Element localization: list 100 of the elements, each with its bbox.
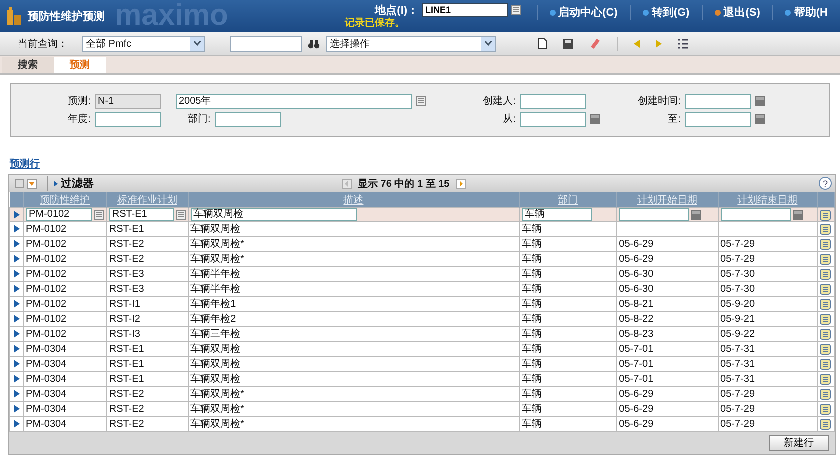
- caret-icon[interactable]: [484, 41, 492, 46]
- binoculars-icon[interactable]: [308, 38, 320, 48]
- table-cell: 05-7-29: [720, 418, 755, 430]
- clipboard-icon[interactable]: [820, 343, 832, 355]
- table-cell: PM-0102: [26, 284, 67, 294]
- field-label: 从:: [502, 112, 516, 126]
- clipboard-icon[interactable]: [820, 253, 832, 265]
- clipboard-icon[interactable]: [820, 373, 832, 385]
- input-field[interactable]: [520, 94, 586, 108]
- tab[interactable]: 搜索: [2, 57, 54, 73]
- lookup-icon[interactable]: [416, 96, 426, 106]
- table-row[interactable]: PM-0102 RST-E2 车辆双周检* 车辆 05-6-29 05-7-29: [10, 252, 834, 266]
- input-field[interactable]: [619, 208, 690, 220]
- lookup-icon[interactable]: [510, 5, 521, 15]
- query-select[interactable]: 全部 Pmfc: [82, 36, 205, 52]
- table-row[interactable]: PM-0304 RST-E1 车辆双周检 车辆 05-7-01 05-7-31: [10, 356, 834, 372]
- clipboard-icon[interactable]: [820, 238, 832, 250]
- next-page-icon[interactable]: [456, 178, 466, 188]
- table-row[interactable]: PM-0304 RST-E2 车辆双周检* 车辆 05-6-29 05-7-29: [10, 386, 834, 402]
- calendar-icon[interactable]: [792, 210, 803, 220]
- input-field[interactable]: [520, 112, 586, 126]
- nav-link[interactable]: 启动中心(C): [536, 5, 630, 20]
- table-cell: 车辆三年检: [190, 329, 241, 340]
- table-cell: 车辆年检1: [190, 299, 236, 310]
- table-cell: 车辆年检2: [190, 314, 236, 325]
- table-row[interactable]: PM-0102 RST-E3 车辆半年检 车辆 05-6-30 05-7-30: [10, 266, 834, 282]
- table-cell: 车辆双周检: [190, 374, 241, 385]
- nav-link[interactable]: 转到(G): [630, 5, 702, 20]
- table-cell: 05-9-21: [720, 314, 755, 324]
- table-row[interactable]: PM-0102 RST-E3 车辆半年检 车辆 05-6-30 05-7-30: [10, 282, 834, 296]
- dropdown-icon[interactable]: [27, 178, 37, 188]
- table-cell: PM-0304: [26, 374, 67, 384]
- clipboard-icon[interactable]: [820, 403, 832, 415]
- triangle-icon[interactable]: [54, 180, 58, 186]
- site-field[interactable]: LINE1: [422, 3, 508, 17]
- input-field[interactable]: [214, 112, 281, 126]
- search-field[interactable]: [230, 36, 302, 52]
- new-document-icon[interactable]: [538, 38, 547, 49]
- clipboard-icon[interactable]: [820, 298, 832, 310]
- table-cell: 车辆双周检: [190, 224, 241, 235]
- calendar-icon[interactable]: [691, 210, 702, 220]
- table-row[interactable]: PM-0304 RST-E2 车辆双周检* 车辆 05-6-29 05-7-29: [10, 402, 834, 416]
- filter-toggle[interactable]: 过滤器: [47, 176, 94, 191]
- table-cell: 05-6-29: [619, 388, 654, 400]
- action-select[interactable]: 选择操作: [326, 36, 496, 52]
- table-cell: RST-E2: [109, 404, 144, 414]
- table-row[interactable]: PM-0102 RST-I3 车辆三年检 车辆 05-8-23 05-9-22: [10, 326, 834, 342]
- table-row[interactable]: PM-0102 RST-E2 车辆双周检* 车辆 05-6-29 05-7-29: [10, 236, 834, 252]
- table-cell: 车辆: [522, 314, 542, 325]
- table-cell: RST-E1: [109, 344, 144, 354]
- table-row[interactable]: PM-0102 RST-I1 车辆年检1 车辆 05-8-21 05-9-20: [10, 296, 834, 312]
- input-field[interactable]: PM-0102: [26, 208, 92, 220]
- table-row[interactable]: PM-0102 RST-E1 车辆双周检 车辆: [10, 208, 834, 222]
- table-row[interactable]: PM-0304 RST-E2 车辆双周检* 车辆 05-6-29 05-7-29: [10, 416, 834, 432]
- input-field[interactable]: 2005年: [176, 94, 412, 108]
- input-field[interactable]: 车辆双周检: [190, 208, 357, 220]
- lookup-icon[interactable]: [94, 210, 104, 220]
- table-cell: 车辆半年检: [190, 284, 241, 295]
- table-row[interactable]: PM-0102 RST-I2 车辆年检2 车辆 05-8-22 05-9-21: [10, 312, 834, 326]
- field-label: 预测:: [67, 94, 91, 108]
- table-row[interactable]: PM-0304 RST-E1 车辆双周检 车辆 05-7-01 05-7-31: [10, 342, 834, 356]
- nav-link[interactable]: 退出(S): [702, 5, 772, 20]
- table-cell: RST-I1: [109, 298, 140, 310]
- input-field[interactable]: [720, 208, 791, 220]
- input-field[interactable]: [685, 112, 751, 126]
- clipboard-icon[interactable]: [820, 358, 832, 370]
- clipboard-icon[interactable]: [820, 268, 832, 280]
- input-field[interactable]: [95, 112, 161, 126]
- clipboard-icon[interactable]: [820, 418, 832, 430]
- table-cell: PM-0102: [26, 254, 67, 264]
- lookup-icon[interactable]: [176, 210, 186, 220]
- save-icon[interactable]: [563, 38, 573, 48]
- input-field[interactable]: [685, 94, 751, 108]
- eraser-icon[interactable]: [589, 38, 601, 49]
- table-row[interactable]: PM-0102 RST-E1 车辆双周检 车辆: [10, 222, 834, 236]
- site-label: 地点(I)：: [375, 4, 419, 18]
- clipboard-icon[interactable]: [820, 283, 832, 295]
- table-cell: 05-7-29: [720, 404, 755, 414]
- table-row[interactable]: PM-0304 RST-E1 车辆双周检 车辆 05-7-01 05-7-31: [10, 372, 834, 386]
- input-field[interactable]: 车辆: [522, 208, 592, 220]
- nav-link[interactable]: 帮助(H: [772, 5, 840, 20]
- new-row-button[interactable]: 新建行: [769, 435, 829, 451]
- table-cell: 05-7-01: [619, 344, 654, 354]
- caret-icon[interactable]: [194, 41, 200, 46]
- table-cell: 05-7-31: [720, 374, 755, 384]
- list-icon[interactable]: [678, 38, 688, 48]
- input-field[interactable]: N-1: [95, 94, 161, 108]
- clipboard-icon[interactable]: [820, 223, 832, 235]
- clipboard-icon[interactable]: [820, 328, 832, 340]
- table-cell: PM-0102: [26, 328, 67, 340]
- table-cell: PM-0304: [26, 404, 67, 414]
- page-range-text: 显示 76 中的 1 至 15: [358, 178, 450, 190]
- input-field[interactable]: RST-E1: [109, 208, 174, 220]
- table-cell: 05-7-01: [619, 358, 654, 370]
- table-cell: RST-I3: [109, 328, 140, 340]
- clipboard-icon[interactable]: [820, 208, 832, 220]
- table-cell: 车辆双周检: [190, 344, 241, 355]
- clipboard-icon[interactable]: [820, 388, 832, 400]
- clipboard-icon[interactable]: [820, 313, 832, 325]
- help-button[interactable]: ?: [819, 177, 832, 190]
